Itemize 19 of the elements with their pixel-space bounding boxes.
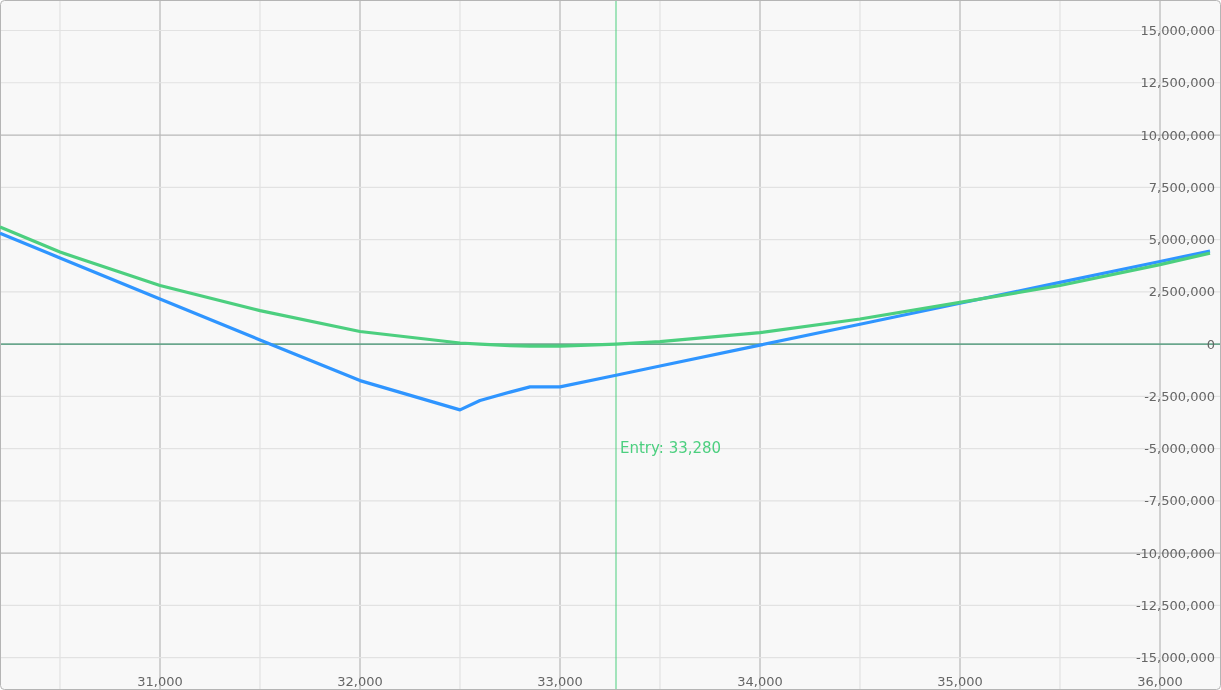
x-axis-label: 32,000	[337, 674, 383, 689]
y-axis-label: 7,500,000	[1148, 179, 1215, 195]
y-axis-label: 12,500,000	[1140, 75, 1215, 91]
y-axis-label: -10,000,000	[1135, 545, 1215, 561]
x-axis-label: 34,000	[737, 674, 783, 689]
y-axis-label: -2,500,000	[1144, 388, 1215, 404]
x-axis-label: 36,000	[1137, 674, 1183, 689]
y-axis-label: -5,000,000	[1144, 441, 1215, 457]
x-axis-label: 35,000	[937, 674, 983, 689]
x-axis-label: 33,000	[537, 674, 583, 689]
y-axis-label: -12,500,000	[1135, 597, 1215, 613]
y-axis-label: 5,000,000	[1148, 232, 1215, 248]
y-axis-label: -7,500,000	[1144, 493, 1215, 509]
y-axis-label: 2,500,000	[1148, 284, 1215, 300]
entry-label: Entry: 33,280	[620, 438, 722, 457]
y-axis-label: 10,000,000	[1140, 127, 1215, 143]
y-axis-label: -15,000,000	[1135, 650, 1215, 666]
x-axis-label: 31,000	[137, 674, 183, 689]
y-axis-label: 15,000,000	[1140, 23, 1215, 38]
